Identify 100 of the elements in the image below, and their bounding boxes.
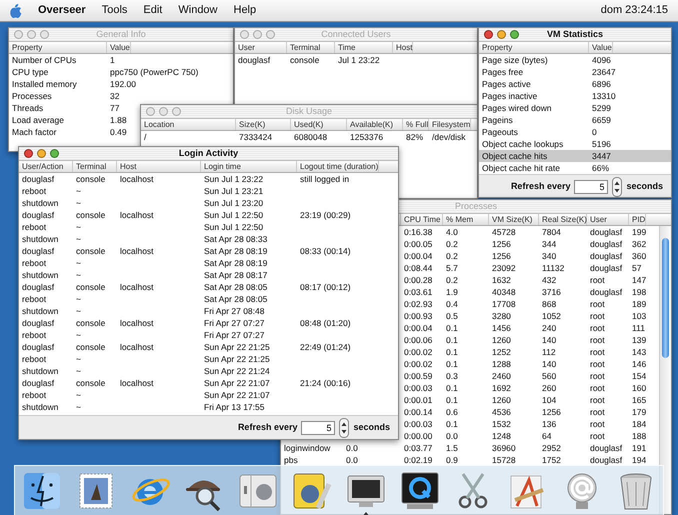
table-cell-text: Object cache hits (481, 150, 548, 162)
table-row[interactable]: Pages active 6896 (479, 78, 671, 90)
minimize-button[interactable] (497, 30, 506, 39)
column-header[interactable]: Host (393, 42, 414, 53)
table-row[interactable]: Pageins 6659 (479, 114, 671, 126)
minimize-button[interactable] (159, 107, 168, 116)
table-cell-text: root (589, 418, 606, 430)
column-header[interactable]: Value (107, 42, 131, 53)
table-cell-text: 0:00.28 (403, 274, 434, 286)
column-header[interactable]: Used(K) (291, 119, 347, 130)
window-title: VM Statistics (546, 28, 604, 41)
table-cell-text: 0.1 (445, 394, 459, 406)
stepper[interactable] (339, 418, 350, 438)
table-cell-text: 1260 (491, 394, 512, 406)
column-header[interactable]: Location (141, 119, 236, 130)
table-row[interactable]: Object cache hits 3447 (479, 150, 671, 162)
table-row[interactable]: Pageouts 0 (479, 126, 671, 138)
table-cell-text: 22:49 (01:24) (299, 341, 351, 353)
table-cell-text: Sun Jul 1 22:50 (203, 209, 264, 221)
table-cell-text: shutdown (21, 305, 60, 317)
table-cell-text: reboot (21, 389, 48, 401)
column-header[interactable]: Property (479, 42, 589, 53)
column-header[interactable]: Host (117, 161, 201, 172)
table-row[interactable]: Object cache hit rate 66% (479, 162, 671, 174)
column-header[interactable]: User (587, 214, 629, 225)
table-cell-text: 1248 (491, 430, 512, 442)
table-cell-text: 1.5 (445, 442, 459, 454)
apple-menu-icon[interactable] (10, 4, 22, 18)
table-cell-text: console (75, 341, 106, 353)
table-cell-text: localhost (119, 317, 155, 329)
menu-item[interactable]: Window (178, 2, 218, 19)
column-header[interactable]: Terminal (73, 161, 117, 172)
column-header[interactable]: Filesystem (429, 119, 472, 130)
table-cell-text: 146 (631, 358, 646, 370)
q-circle-icon[interactable] (399, 470, 441, 512)
column-header[interactable]: Available(K) (347, 119, 403, 130)
column-header[interactable]: Property (9, 42, 107, 53)
column-header[interactable]: % Full (403, 119, 429, 130)
column-header[interactable]: Terminal (287, 42, 335, 53)
zoom-button[interactable] (172, 107, 181, 116)
menu-item[interactable]: Tools (102, 2, 128, 19)
refresh-field[interactable]: 5 (574, 180, 608, 194)
table-cell-text: Jul 1 23:22 (337, 54, 381, 66)
minimize-button[interactable] (253, 30, 262, 39)
table-row[interactable]: Pages free 23647 (479, 66, 671, 78)
refresh-field[interactable]: 5 (301, 420, 336, 434)
table-cell-text: 139 (631, 334, 646, 346)
zoom-button[interactable] (40, 30, 49, 39)
table-cell-text: 340 (541, 250, 558, 262)
table-cell-text: 13310 (591, 90, 616, 102)
table-cell-text: 0.0 (345, 454, 359, 466)
column-header[interactable]: Time (335, 42, 393, 53)
table-cell-text: 4536 (491, 406, 512, 418)
column-header[interactable]: % Mem (443, 214, 489, 225)
column-header[interactable]: PID (629, 214, 646, 225)
minimize-button[interactable] (37, 149, 46, 158)
table-row[interactable]: Pages inactive 13310 (479, 90, 671, 102)
scrollbar-thumb[interactable] (662, 238, 669, 358)
column-header[interactable]: CPU Time (401, 214, 443, 225)
close-button[interactable] (484, 30, 493, 39)
table-cell-text: 199 (631, 226, 646, 238)
column-header[interactable]: Login time (201, 161, 297, 172)
table-cell-text: reboot (21, 293, 48, 305)
table-cell-text: 0:00.93 (403, 310, 434, 322)
zoom-button[interactable] (50, 149, 59, 158)
table-cell-text: 5.7 (445, 262, 459, 274)
column-header[interactable]: Logout time (duration) (297, 161, 380, 172)
table-cell-text: Pages inactive (481, 90, 538, 102)
table-cell-text: root (589, 274, 606, 286)
menu-item[interactable]: Edit (143, 2, 162, 19)
table-cell-text: 165 (631, 394, 646, 406)
table-row[interactable]: Pages wired down 5299 (479, 102, 671, 114)
zoom-button[interactable] (266, 30, 275, 39)
column-header[interactable]: User/Action (19, 161, 73, 172)
column-header[interactable]: Value (589, 42, 613, 53)
table-cell-text: 0.6 (445, 406, 459, 418)
table-cell-text: localhost (119, 281, 155, 293)
menu-item[interactable]: Help (234, 2, 256, 19)
close-button[interactable] (24, 149, 33, 158)
table-cell-text: console (75, 377, 106, 389)
table-row[interactable]: Page size (bytes) 4096 (479, 54, 671, 66)
app-menu[interactable]: Overseer (38, 2, 86, 19)
window-title: Connected Users (321, 28, 391, 41)
scrollbar[interactable] (659, 226, 671, 514)
menu-clock[interactable]: dom 23:24:15 (600, 2, 668, 19)
table-row[interactable]: Object cache lookups 5196 (479, 138, 671, 150)
table-cell-text: shutdown (21, 233, 60, 245)
stepper[interactable] (612, 176, 622, 196)
table-cell-text: 15728 (491, 454, 517, 466)
zoom-button[interactable] (510, 30, 519, 39)
column-header[interactable]: VM Size(K) (489, 214, 539, 225)
column-header[interactable]: User (235, 42, 287, 53)
table-cell-text: 1456 (491, 322, 512, 334)
table-cell-text: 0:00.59 (403, 370, 434, 382)
column-header[interactable]: Real Size(K) (539, 214, 587, 225)
minimize-button[interactable] (27, 30, 36, 39)
table-cell-text: 1256 (491, 238, 512, 250)
table-cell-text: console (75, 209, 106, 221)
table-cell-text: Object cache hit rate (481, 162, 561, 174)
column-header[interactable]: Size(K) (236, 119, 291, 130)
